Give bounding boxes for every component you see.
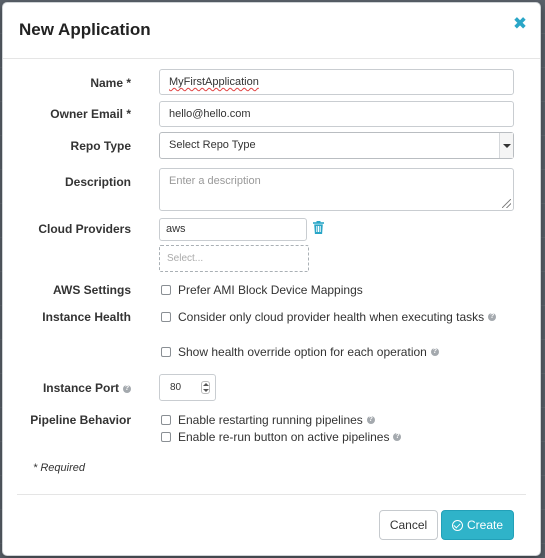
resize-handle-icon[interactable] (502, 199, 511, 208)
rerun-button-text: Enable re-run button on active pipelines (178, 430, 390, 444)
description-textarea[interactable]: Enter a description (159, 168, 514, 211)
footer-divider (17, 494, 526, 495)
instance-port-label-text: Instance Port (42, 381, 119, 395)
instance-port-label: Instance Port? (43, 381, 131, 395)
repo-type-label: Repo Type (70, 139, 131, 153)
cloud-provider-health-checkbox[interactable] (161, 312, 171, 322)
instance-port-value: 80 (170, 382, 182, 393)
help-icon[interactable]: ? (430, 348, 439, 356)
owner-email-label: Owner Email * (50, 107, 131, 121)
cancel-button[interactable]: Cancel (379, 510, 438, 540)
cloud-provider-placeholder: Select... (167, 253, 204, 264)
help-icon[interactable]: ? (393, 433, 402, 441)
cloud-providers-label: Cloud Providers (38, 222, 131, 236)
cloud-provider-health-option[interactable]: Consider only cloud provider health when… (161, 310, 497, 324)
health-override-option[interactable]: Show health override option for each ope… (161, 345, 439, 359)
cloud-provider-selected[interactable]: aws (159, 218, 307, 241)
cloud-provider-value: aws (166, 223, 186, 235)
owner-email-input[interactable]: hello@hello.com (159, 101, 514, 127)
cloud-provider-health-text: Consider only cloud provider health when… (178, 310, 485, 324)
check-circle-icon (451, 519, 463, 531)
create-button[interactable]: Create (441, 510, 514, 540)
description-label: Description (64, 175, 131, 189)
name-value: MyFirstApplication (169, 76, 259, 88)
close-icon[interactable]: ✖ (512, 15, 528, 33)
prefer-ami-option[interactable]: Prefer AMI Block Device Mappings (161, 283, 363, 297)
description-placeholder: Enter a description (169, 175, 261, 187)
restart-pipelines-text: Enable restarting running pipelines (178, 413, 363, 427)
pipeline-behavior-label: Pipeline Behavior (30, 413, 131, 427)
new-application-dialog: New Application ✖ Name * MyFirstApplicat… (2, 2, 541, 556)
chevron-down-icon (499, 133, 513, 158)
stepper-icon[interactable] (201, 381, 210, 394)
dialog-title: New Application (19, 20, 151, 39)
repo-type-select[interactable]: Select Repo Type (159, 132, 514, 159)
create-button-label: Create (466, 518, 504, 532)
cloud-provider-select[interactable]: Select... (159, 245, 309, 272)
owner-email-value: hello@hello.com (169, 108, 251, 120)
health-override-text: Show health override option for each ope… (178, 345, 427, 359)
restart-pipelines-option[interactable]: Enable restarting running pipelines ? (161, 413, 375, 427)
help-icon[interactable]: ? (488, 313, 497, 321)
instance-port-input[interactable]: 80 (159, 374, 216, 401)
repo-type-value: Select Repo Type (169, 139, 256, 151)
help-icon[interactable]: ? (366, 416, 375, 424)
rerun-button-checkbox[interactable] (161, 432, 171, 442)
name-input[interactable]: MyFirstApplication (159, 69, 514, 95)
prefer-ami-checkbox[interactable] (161, 285, 171, 295)
name-label: Name * (90, 76, 131, 90)
help-icon[interactable]: ? (123, 384, 131, 393)
trash-icon[interactable] (313, 221, 324, 234)
rerun-button-option[interactable]: Enable re-run button on active pipelines… (161, 430, 402, 444)
aws-settings-label: AWS Settings (52, 283, 131, 297)
health-override-checkbox[interactable] (161, 347, 171, 357)
instance-health-label: Instance Health (42, 310, 131, 324)
restart-pipelines-checkbox[interactable] (161, 415, 171, 425)
required-note: * Required (33, 462, 85, 474)
prefer-ami-text: Prefer AMI Block Device Mappings (178, 283, 363, 297)
dialog-header: New Application ✖ (3, 3, 540, 59)
